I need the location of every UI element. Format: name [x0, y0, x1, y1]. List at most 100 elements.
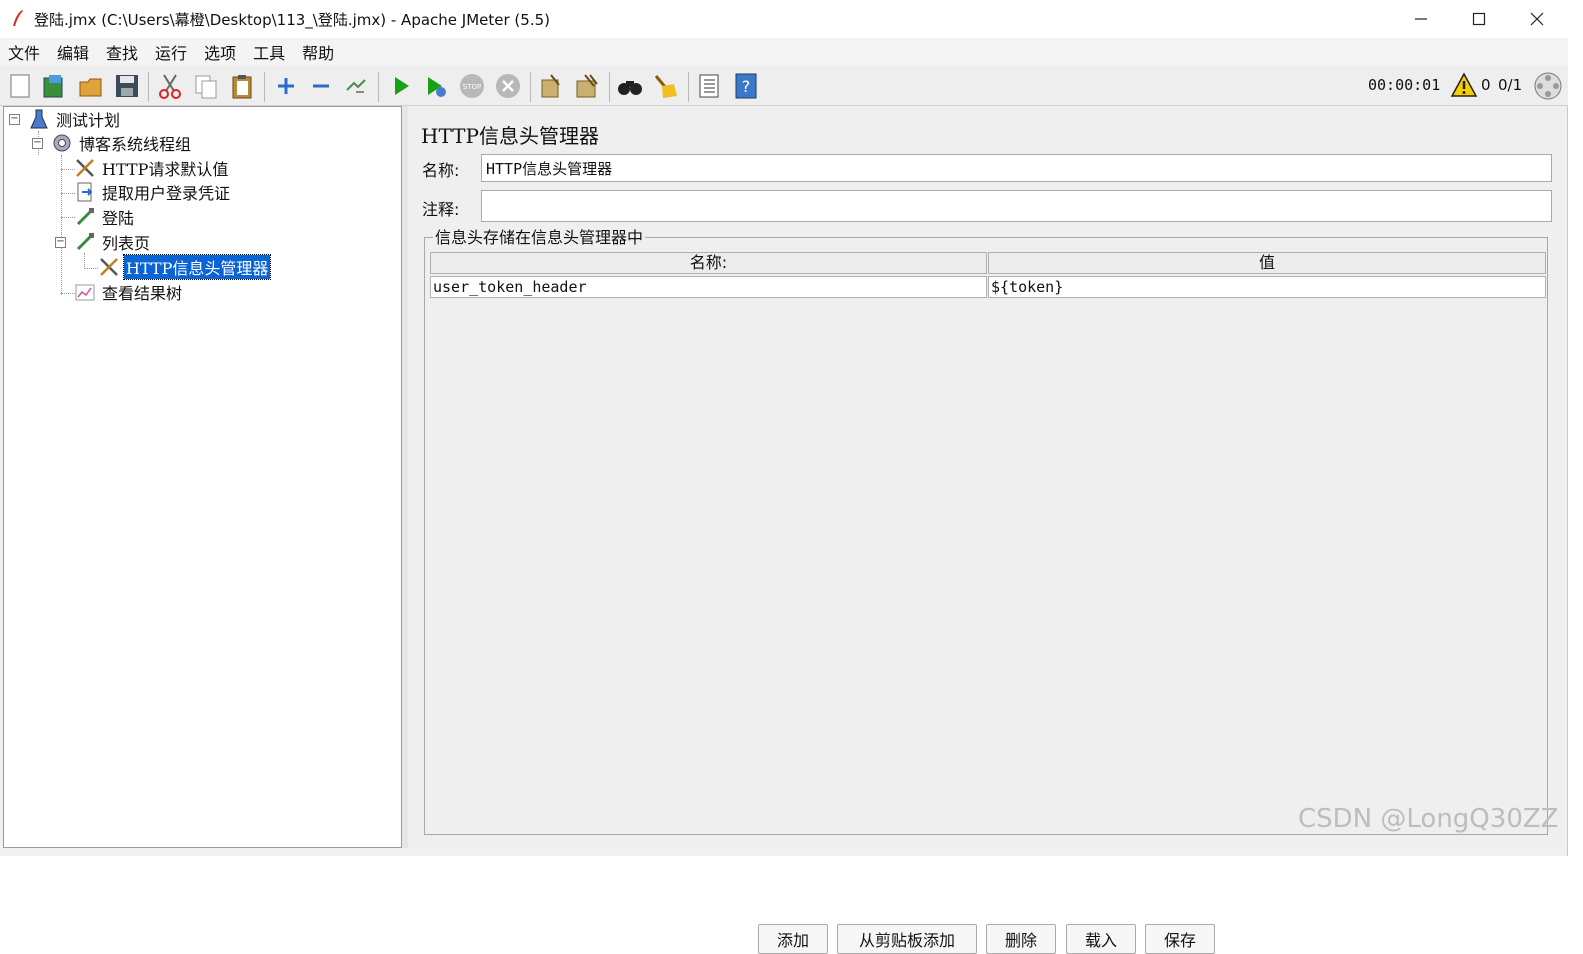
sampler-icon	[76, 233, 94, 251]
active-threads: 0/1	[1498, 76, 1523, 94]
toolbar-separator	[530, 72, 531, 102]
tree-collapse-toggle[interactable]: −	[55, 237, 66, 248]
tree-collapse-toggle[interactable]: −	[32, 138, 43, 149]
clear-icon[interactable]	[537, 72, 565, 100]
toolbar-separator	[378, 72, 379, 102]
collapse-icon[interactable]	[307, 72, 335, 100]
menu-help[interactable]: 帮助	[302, 40, 334, 64]
clear-all-icon[interactable]	[573, 72, 601, 100]
toggle-icon[interactable]	[342, 72, 370, 100]
tree-node-results-tree[interactable]: 查看结果树	[74, 280, 184, 304]
tree-node-label: 查看结果树	[102, 284, 183, 303]
tree-node-thread-group[interactable]: 博客系统线程组	[51, 131, 193, 155]
menu-search[interactable]: 查找	[106, 40, 138, 64]
tree-connector	[61, 217, 75, 218]
save-button[interactable]: 保存	[1145, 924, 1215, 954]
templates-icon[interactable]	[40, 72, 68, 100]
expand-icon[interactable]	[272, 72, 300, 100]
elapsed-timer: 00:00:01	[1368, 76, 1441, 94]
close-icon	[1530, 12, 1544, 26]
comment-label: 注释:	[422, 200, 460, 219]
name-label: 名称:	[422, 161, 460, 180]
column-header-value[interactable]: 值	[988, 252, 1546, 274]
column-header-name[interactable]: 名称:	[430, 252, 987, 274]
name-field[interactable]: HTTP信息头管理器	[481, 154, 1552, 182]
title-bar: 登陆.jmx (C:\Users\幕橙\Desktop\113_\登陆.jmx)…	[0, 0, 1568, 38]
load-button[interactable]: 载入	[1066, 924, 1136, 954]
minimize-icon	[1415, 18, 1427, 20]
stop-icon[interactable]: STOP	[458, 72, 486, 100]
tree-node-label: 提取用户登录凭证	[102, 184, 231, 203]
minimize-button[interactable]	[1392, 0, 1450, 38]
menu-options[interactable]: 选项	[204, 40, 236, 64]
search-icon[interactable]	[616, 72, 644, 100]
tree-node-extractor[interactable]: 提取用户登录凭证	[74, 180, 232, 204]
group-title: 信息头存储在信息头管理器中	[433, 228, 646, 247]
jmeter-window: 登陆.jmx (C:\Users\幕橙\Desktop\113_\登陆.jmx)…	[0, 0, 1568, 954]
paste-icon[interactable]	[228, 72, 256, 100]
new-icon[interactable]	[6, 72, 34, 100]
tree-node-header-manager[interactable]: HTTP信息头管理器	[98, 254, 272, 280]
test-plan-icon	[30, 109, 48, 129]
cut-icon[interactable]	[156, 72, 184, 100]
tree-node-label: 列表页	[102, 234, 151, 253]
tree-connector	[84, 253, 85, 269]
sampler-icon	[76, 208, 94, 226]
svg-text:?: ?	[742, 77, 751, 96]
table-cell-name[interactable]: user_token_header	[430, 276, 987, 298]
headers-table[interactable]: 名称: 值 user_token_header ${token}	[430, 252, 1546, 298]
tree-node-label: 测试计划	[56, 111, 121, 130]
menu-run[interactable]: 运行	[155, 40, 187, 64]
open-icon[interactable]	[77, 72, 105, 100]
config-tools-icon	[100, 258, 118, 276]
extractor-icon	[77, 182, 93, 202]
tree-node-test-plan[interactable]: 测试计划	[28, 107, 122, 131]
menu-file[interactable]: 文件	[8, 40, 40, 64]
delete-button[interactable]: 删除	[986, 924, 1056, 954]
save-icon[interactable]	[113, 72, 141, 100]
tree-node-label: 登陆	[102, 209, 135, 228]
tree-collapse-toggle[interactable]: −	[9, 114, 20, 125]
function-helper-icon[interactable]	[695, 72, 723, 100]
header-manager-editor: HTTP信息头管理器 名称: HTTP信息头管理器 注释: 信息头存储在信息头管…	[408, 106, 1566, 954]
menu-edit[interactable]: 编辑	[57, 40, 89, 64]
help-icon[interactable]: ?	[732, 72, 760, 100]
error-count: 0	[1481, 76, 1491, 94]
add-button[interactable]: 添加	[758, 924, 828, 954]
copy-icon[interactable]	[192, 72, 220, 100]
csdn-watermark: CSDN @LongQ30ZZ	[1298, 804, 1559, 834]
config-tools-icon	[76, 159, 94, 177]
panel-title: HTTP信息头管理器	[421, 124, 599, 148]
menu-tools[interactable]: 工具	[253, 40, 285, 64]
tree-node-login-sampler[interactable]: 登陆	[74, 205, 136, 229]
tree-node-label: HTTP信息头管理器	[122, 254, 272, 280]
close-button[interactable]	[1508, 0, 1566, 38]
test-plan-tree[interactable]: − − − 测试计划 博客系统线程组 HTTP请求默认值 提取用户登录凭证 登陆…	[3, 106, 402, 848]
tree-connector	[61, 169, 75, 170]
start-icon[interactable]	[387, 72, 415, 100]
jmeter-feather-icon	[13, 10, 23, 26]
tree-connector	[61, 155, 62, 295]
shutdown-icon[interactable]	[494, 72, 522, 100]
maximize-icon	[1472, 12, 1486, 26]
warning-icon[interactable]	[1450, 72, 1478, 98]
comment-field[interactable]	[481, 190, 1552, 222]
window-title: 登陆.jmx (C:\Users\幕橙\Desktop\113_\登陆.jmx)…	[34, 11, 550, 29]
headers-group: 信息头存储在信息头管理器中 名称: 值 user_token_header ${…	[424, 229, 1548, 954]
toolbar-separator	[688, 72, 689, 102]
toolbar-separator	[148, 72, 149, 102]
reset-search-icon[interactable]	[652, 72, 680, 100]
add-from-clipboard-button[interactable]: 从剪贴板添加	[837, 924, 977, 954]
tree-connector	[61, 193, 75, 194]
maximize-button[interactable]	[1450, 0, 1508, 38]
tree-connector	[84, 268, 98, 269]
menu-bar: 文件 编辑 查找 运行 选项 工具 帮助	[0, 38, 1568, 66]
table-cell-value[interactable]: ${token}	[988, 276, 1546, 298]
toolbar-separator	[264, 72, 265, 102]
tree-node-http-defaults[interactable]: HTTP请求默认值	[74, 156, 230, 180]
toolbar: STOP ? 00:00:01 0 0/1	[0, 66, 1568, 106]
tree-node-list-sampler[interactable]: 列表页	[74, 230, 152, 254]
start-no-pause-icon[interactable]	[422, 72, 450, 100]
tree-node-label: HTTP请求默认值	[102, 160, 229, 179]
listener-icon	[75, 284, 95, 301]
